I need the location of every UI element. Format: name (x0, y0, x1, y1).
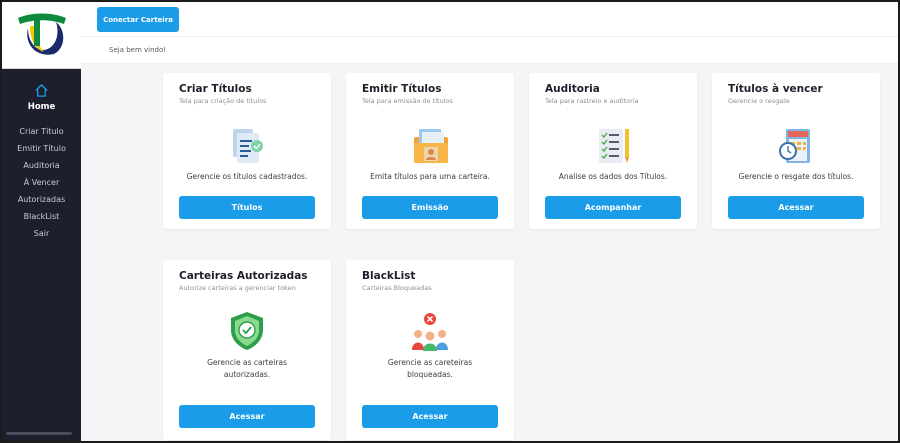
card-description-line: Gerencie as careteiras (387, 358, 473, 367)
card-blacklist: BlackList Carteiras Bloqueadas Gerencie … (346, 260, 514, 440)
card-subtitle: Gerencie o resgate (728, 97, 790, 105)
card-description: Emita títulos para uma carteira. (370, 172, 490, 181)
card-description: Analise os dados dos Títulos. (558, 172, 668, 181)
sidebar: Home Criar Título Emitir Título Auditori… (2, 2, 81, 441)
card-titulos-a-vencer: Títulos à vencer Gerencie o resgate Gere… (712, 73, 880, 229)
sidebar-item-sair[interactable]: Sair (2, 225, 81, 242)
sidebar-item-criar-titulo[interactable]: Criar Título (2, 123, 81, 140)
card-subtitle: Autorize carteiras a gerenciar token (179, 284, 296, 292)
titulos-button[interactable]: Títulos (179, 196, 315, 219)
sidebar-item-autorizadas[interactable]: Autorizadas (2, 191, 81, 208)
emissao-button[interactable]: Emissão (362, 196, 498, 219)
card-emitir-titulos: Emitir Títulos Tela para emissão de títu… (346, 73, 514, 229)
card-description: Gerencie os títulos cadastrados. (186, 172, 308, 181)
sidebar-home-label[interactable]: Home (2, 102, 81, 112)
card-title: Emitir Títulos (362, 83, 442, 95)
checklist-pencil-icon (599, 129, 629, 163)
connect-wallet-button[interactable]: Conectar Carteira (97, 7, 179, 32)
acessar-blacklist-button[interactable]: Acessar (362, 405, 498, 428)
welcome-bar: Seja bem vindo! (81, 36, 898, 64)
calendar-clock-icon (779, 129, 810, 163)
acessar-autorizadas-button[interactable]: Acessar (179, 405, 315, 428)
logo[interactable] (2, 2, 81, 69)
sidebar-scrollbar[interactable] (6, 432, 72, 435)
card-title: Títulos à vencer (728, 83, 823, 95)
folder-profile-icon (414, 129, 448, 163)
sidebar-item-auditoria[interactable]: Auditoria (2, 157, 81, 174)
card-description: Gerencie as careteiras bloqueadas. (352, 357, 508, 381)
card-carteiras-autorizadas: Carteiras Autorizadas Autorize carteiras… (163, 260, 331, 440)
card-description-line: Gerencie as carteiras (207, 358, 287, 367)
acessar-vencer-button[interactable]: Acessar (728, 196, 864, 219)
card-description: Gerencie as carteiras autorizadas. (169, 357, 325, 381)
card-criar-titulos: Criar Títulos Tela para criação de títul… (163, 73, 331, 229)
card-title: BlackList (362, 270, 416, 282)
card-title: Auditoria (545, 83, 600, 95)
card-title: Criar Títulos (179, 83, 252, 95)
document-check-icon (233, 129, 263, 163)
card-subtitle: Tela para criação de títulos (179, 97, 267, 105)
home-icon[interactable] (34, 83, 49, 98)
card-description-line: autorizadas. (223, 370, 271, 379)
card-title: Carteiras Autorizadas (179, 270, 308, 282)
acompanhar-button[interactable]: Acompanhar (545, 196, 681, 219)
shield-check-icon (231, 312, 263, 350)
card-description-line: bloqueadas. (407, 370, 453, 379)
sidebar-item-a-vencer[interactable]: À Vencer (2, 174, 81, 191)
card-auditoria: Auditoria Tela para rastreio e auditoria… (529, 73, 697, 229)
welcome-text: Seja bem vindo! (109, 46, 167, 54)
sidebar-nav: Criar Título Emitir Título Auditoria À V… (2, 123, 81, 242)
sidebar-item-emitir-titulo[interactable]: Emitir Título (2, 140, 81, 157)
sidebar-item-blacklist[interactable]: BlackList (2, 208, 81, 225)
card-subtitle: Carteiras Bloqueadas (362, 284, 432, 292)
logo-icon (18, 13, 66, 55)
card-description: Gerencie o resgate dos títulos. (738, 172, 854, 181)
blocked-group-icon (412, 313, 448, 351)
topbar: Conectar Carteira (81, 2, 898, 36)
card-subtitle: Tela para emissão de títulos (362, 97, 453, 105)
card-subtitle: Tela para rastreio e auditoria (545, 97, 639, 105)
